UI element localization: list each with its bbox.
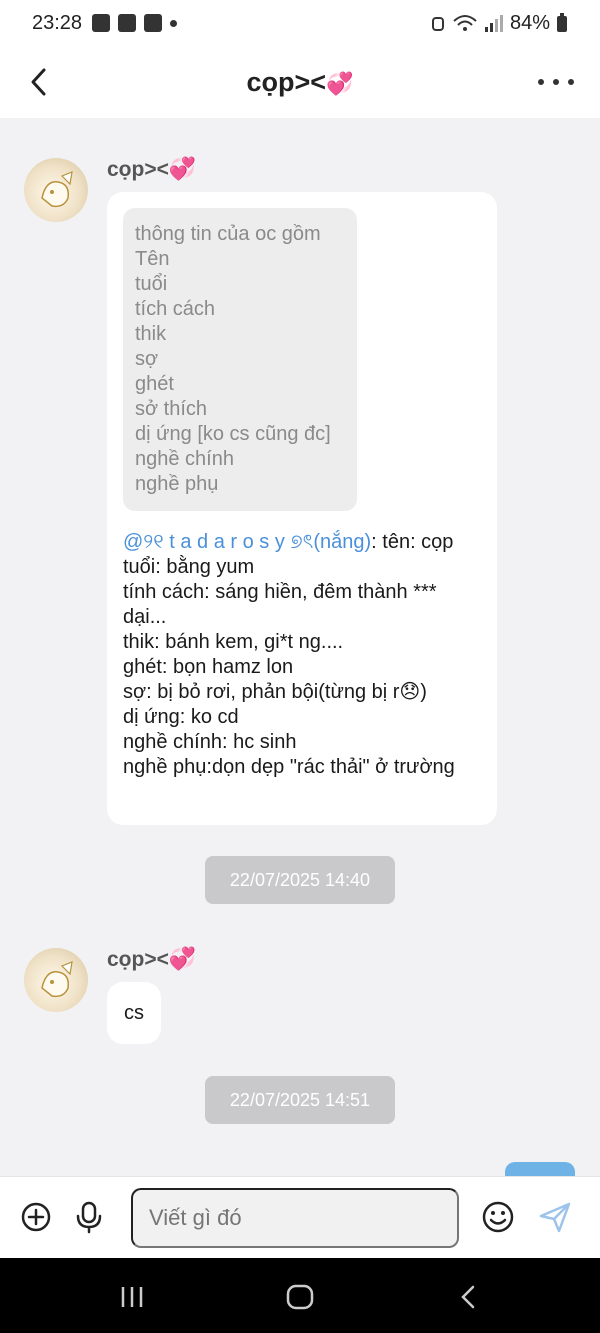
- more-options-button[interactable]: [538, 68, 574, 96]
- battery-icon: [557, 13, 567, 32]
- battery-percent: 84%: [509, 11, 550, 34]
- microphone-icon[interactable]: [71, 1199, 107, 1235]
- quote-line: sở thích: [135, 398, 208, 420]
- quote-line: sợ: [135, 348, 159, 370]
- heart-emoji-icon: 💞: [168, 156, 197, 181]
- message-input[interactable]: [131, 1188, 459, 1248]
- alarm-icon: [431, 17, 444, 31]
- emoji-icon[interactable]: [480, 1199, 516, 1235]
- sticker-image[interactable]: [505, 1162, 575, 1176]
- back-icon[interactable]: [454, 1282, 484, 1312]
- wifi-icon: [453, 15, 477, 31]
- mention-link[interactable]: @୨୧ t a d a r o s y ୭ৎ(nắng): [123, 531, 371, 553]
- notification-app-icon: [118, 14, 137, 32]
- add-icon[interactable]: [18, 1199, 54, 1235]
- chat-area[interactable]: cọp><💞 thông tin của oc gồm Tên tuổi tíc…: [0, 118, 600, 1176]
- message-bubble[interactable]: cs: [107, 982, 161, 1044]
- message-text: cs: [124, 1001, 144, 1024]
- chat-header: cọp><💞: [0, 46, 600, 118]
- message-line: sợ: bị bỏ rơi, phản bội(từng bị r😞): [123, 681, 427, 703]
- quote-line: thông tin của oc gồm: [135, 223, 321, 245]
- status-time: 23:28: [32, 11, 83, 34]
- back-chevron-icon[interactable]: [22, 64, 58, 100]
- status-bar: 23:28 84%: [0, 0, 600, 46]
- sender-name: cọp><💞: [107, 156, 197, 181]
- message-line: tuổi: bằng yum: [123, 556, 255, 578]
- quote-line: nghề chính: [135, 448, 234, 470]
- message-line: dị ứng: ko cd: [123, 706, 239, 728]
- quote-line: dị ứng [ko cs cũng đc]: [135, 423, 331, 445]
- timestamp-chip: 22/07/2025 14:51: [205, 1076, 395, 1124]
- quote-line: tuổi: [135, 273, 168, 295]
- sender-name: cọp><💞: [107, 946, 197, 971]
- facebook-icon: [92, 14, 111, 32]
- signal-icon: [484, 15, 503, 32]
- message-text: @୨୧ t a d a r o s y ୭ৎ(nắng): tên: cọp t…: [123, 530, 479, 780]
- send-icon[interactable]: [537, 1199, 573, 1235]
- message-line: tính cách: sáng hiền, đêm thành *** dại.…: [123, 581, 443, 628]
- sender-avatar[interactable]: [24, 948, 88, 1012]
- heart-emoji-icon: 💞: [326, 70, 354, 96]
- quote-line: nghề phụ: [135, 473, 219, 495]
- quoted-message[interactable]: thông tin của oc gồm Tên tuổi tích cách …: [123, 208, 357, 511]
- message-line: thik: bánh kem, gi*t ng....: [123, 631, 344, 653]
- message-line: nghề chính: hc sinh: [123, 731, 297, 753]
- message-line: ghét: bọn hamz lon: [123, 656, 294, 678]
- quote-line: tích cách: [135, 298, 216, 320]
- avatar-drawing: [41, 171, 73, 208]
- system-nav-bar: [0, 1258, 600, 1333]
- message-line: nghề phụ:dọn dẹp "rác thải" ở trường: [123, 756, 455, 778]
- heart-emoji-icon: 💞: [168, 946, 197, 971]
- home-icon[interactable]: [285, 1282, 315, 1312]
- quote-line: Tên: [135, 248, 170, 270]
- status-right: 84%: [430, 12, 568, 35]
- timestamp-chip: 22/07/2025 14:40: [205, 856, 395, 904]
- quote-line: ghét: [135, 373, 174, 395]
- notification-icons: [92, 14, 178, 32]
- avatar-drawing: [41, 961, 73, 998]
- recent-apps-icon[interactable]: [117, 1282, 147, 1312]
- message-bubble[interactable]: thông tin của oc gồm Tên tuổi tích cách …: [107, 192, 497, 825]
- message-line: @୨୧ t a d a r o s y ୭ৎ(nắng): tên: cọp: [123, 531, 454, 553]
- gallery-icon: [144, 14, 163, 32]
- chat-title: cọp><💞: [246, 66, 354, 97]
- sender-avatar[interactable]: [24, 158, 88, 222]
- quote-line: thik: [135, 323, 167, 345]
- more-notifications-icon: [170, 19, 178, 27]
- composer-bar: [0, 1176, 600, 1258]
